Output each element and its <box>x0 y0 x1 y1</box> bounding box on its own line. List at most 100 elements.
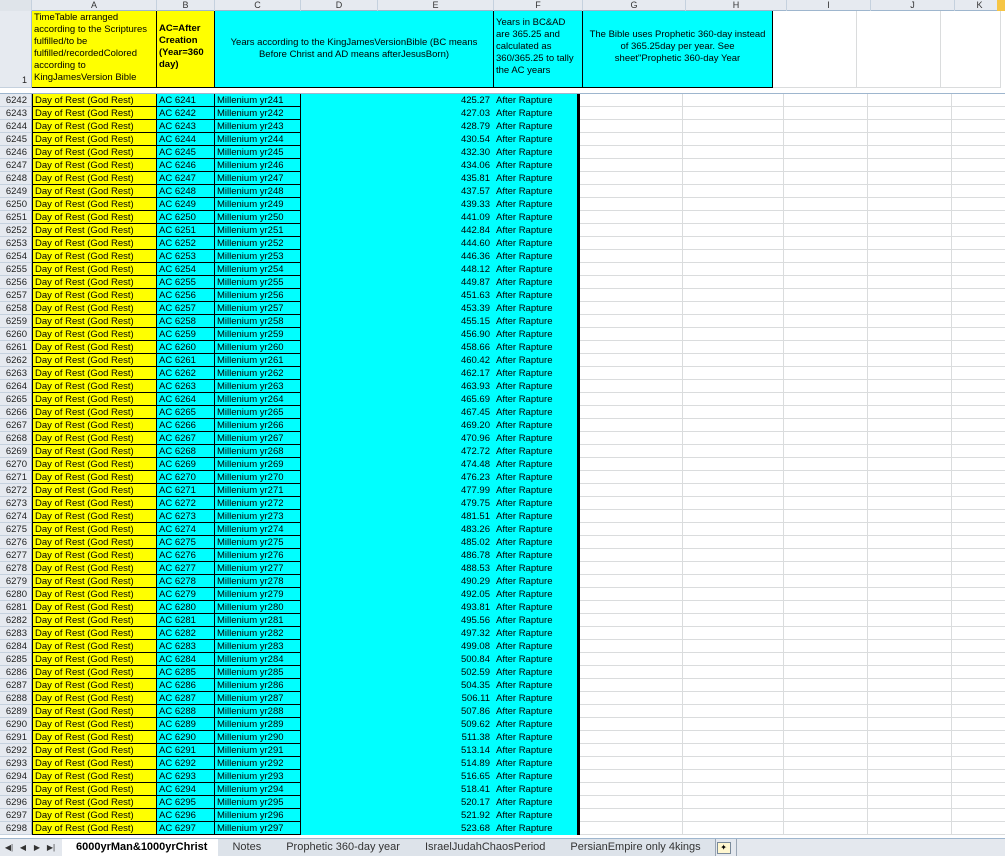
cell-f-status[interactable]: After Rapture <box>494 627 580 640</box>
cell-e-value[interactable]: 448.12 <box>301 263 494 276</box>
cell-k[interactable] <box>952 692 1005 705</box>
cell-h[interactable] <box>683 289 784 302</box>
cell-c-millenium[interactable]: Millenium yr278 <box>215 575 301 588</box>
cell-f-status[interactable]: After Rapture <box>494 536 580 549</box>
select-all-corner[interactable] <box>0 0 32 11</box>
cell-f-status[interactable]: After Rapture <box>494 562 580 575</box>
cell-k[interactable] <box>952 588 1005 601</box>
cell-k[interactable] <box>952 198 1005 211</box>
cell-f-status[interactable]: After Rapture <box>494 666 580 679</box>
cell-j[interactable] <box>868 458 952 471</box>
cell-j[interactable] <box>868 731 952 744</box>
cell-j[interactable] <box>868 211 952 224</box>
cell-k[interactable] <box>952 666 1005 679</box>
cell-a-event[interactable]: Day of Rest (God Rest) <box>32 744 157 757</box>
row-number[interactable]: 6286 <box>0 666 32 679</box>
cell-g[interactable] <box>580 822 683 835</box>
row-number[interactable]: 6269 <box>0 445 32 458</box>
cell-g[interactable] <box>580 510 683 523</box>
cell-f-status[interactable]: After Rapture <box>494 757 580 770</box>
cell-h[interactable] <box>683 211 784 224</box>
cell-h[interactable] <box>683 692 784 705</box>
cell-f-status[interactable]: After Rapture <box>494 588 580 601</box>
cell-e-value[interactable]: 500.84 <box>301 653 494 666</box>
header-cell-f[interactable]: Years in BC&AD are 365.25 and calculated… <box>494 11 583 88</box>
cell-a-event[interactable]: Day of Rest (God Rest) <box>32 562 157 575</box>
cell-c-millenium[interactable]: Millenium yr285 <box>215 666 301 679</box>
cell-j[interactable] <box>868 523 952 536</box>
cell-k[interactable] <box>952 731 1005 744</box>
cell-g[interactable] <box>580 471 683 484</box>
cell-b-ac-year[interactable]: AC 6289 <box>157 718 215 731</box>
cell-g[interactable] <box>580 146 683 159</box>
cell-e-value[interactable]: 488.53 <box>301 562 494 575</box>
cell-e-value[interactable]: 516.65 <box>301 770 494 783</box>
cell-f-status[interactable]: After Rapture <box>494 796 580 809</box>
cell-e-value[interactable]: 474.48 <box>301 458 494 471</box>
cell-i[interactable] <box>784 445 868 458</box>
cell-e-value[interactable]: 432.30 <box>301 146 494 159</box>
cell-a-event[interactable]: Day of Rest (God Rest) <box>32 133 157 146</box>
cell-i[interactable] <box>784 328 868 341</box>
row-number[interactable]: 6257 <box>0 289 32 302</box>
cell-b-ac-year[interactable]: AC 6280 <box>157 601 215 614</box>
cell-e-value[interactable]: 507.86 <box>301 705 494 718</box>
cell-i[interactable] <box>784 406 868 419</box>
cell-g[interactable] <box>580 211 683 224</box>
cell-c-millenium[interactable]: Millenium yr295 <box>215 796 301 809</box>
cell-j[interactable] <box>868 172 952 185</box>
cell-e-value[interactable]: 506.11 <box>301 692 494 705</box>
cell-k[interactable] <box>952 796 1005 809</box>
cell-j[interactable] <box>868 653 952 666</box>
cell-e-value[interactable]: 469.20 <box>301 419 494 432</box>
cell-i[interactable] <box>784 614 868 627</box>
cell-k[interactable] <box>952 705 1005 718</box>
cell-i[interactable] <box>784 107 868 120</box>
row-number[interactable]: 6253 <box>0 237 32 250</box>
cell-f-status[interactable]: After Rapture <box>494 432 580 445</box>
cell-i[interactable] <box>784 159 868 172</box>
cell-j[interactable] <box>868 146 952 159</box>
cell-k[interactable] <box>952 250 1005 263</box>
cell-j[interactable] <box>868 432 952 445</box>
row-number[interactable]: 6256 <box>0 276 32 289</box>
cell-k[interactable] <box>952 406 1005 419</box>
cell-f-status[interactable]: After Rapture <box>494 276 580 289</box>
cell-k[interactable] <box>952 146 1005 159</box>
cell-j[interactable] <box>868 588 952 601</box>
cell-i[interactable] <box>784 471 868 484</box>
cell-a-event[interactable]: Day of Rest (God Rest) <box>32 705 157 718</box>
cell-h[interactable] <box>683 640 784 653</box>
cell-c-millenium[interactable]: Millenium yr268 <box>215 445 301 458</box>
cell-i[interactable] <box>784 185 868 198</box>
row-number[interactable]: 6289 <box>0 705 32 718</box>
cell-c-millenium[interactable]: Millenium yr294 <box>215 783 301 796</box>
cell-b-ac-year[interactable]: AC 6290 <box>157 731 215 744</box>
cell-c-millenium[interactable]: Millenium yr283 <box>215 640 301 653</box>
row-number[interactable]: 6287 <box>0 679 32 692</box>
cell-k[interactable] <box>952 458 1005 471</box>
header-cell-cde[interactable]: Years according to the KingJamesVersionB… <box>215 11 494 88</box>
cell-j[interactable] <box>868 445 952 458</box>
cell-b-ac-year[interactable]: AC 6269 <box>157 458 215 471</box>
cell-g[interactable] <box>580 770 683 783</box>
cell-h[interactable] <box>683 263 784 276</box>
cell-i[interactable] <box>784 770 868 783</box>
cell-j[interactable] <box>868 302 952 315</box>
cell-h[interactable] <box>683 744 784 757</box>
cell-b-ac-year[interactable]: AC 6246 <box>157 159 215 172</box>
cell-h[interactable] <box>683 276 784 289</box>
cell-a-event[interactable]: Day of Rest (God Rest) <box>32 94 157 107</box>
cell-j[interactable] <box>868 757 952 770</box>
cell-j[interactable] <box>868 575 952 588</box>
cell-h[interactable] <box>683 601 784 614</box>
cell-g[interactable] <box>580 744 683 757</box>
column-header-i[interactable]: I <box>787 0 871 11</box>
cell-g[interactable] <box>580 731 683 744</box>
cell-j[interactable] <box>868 393 952 406</box>
row-number[interactable]: 6276 <box>0 536 32 549</box>
cell-a-event[interactable]: Day of Rest (God Rest) <box>32 367 157 380</box>
cell-j[interactable] <box>868 185 952 198</box>
cell-g[interactable] <box>580 406 683 419</box>
cell-a-event[interactable]: Day of Rest (God Rest) <box>32 627 157 640</box>
